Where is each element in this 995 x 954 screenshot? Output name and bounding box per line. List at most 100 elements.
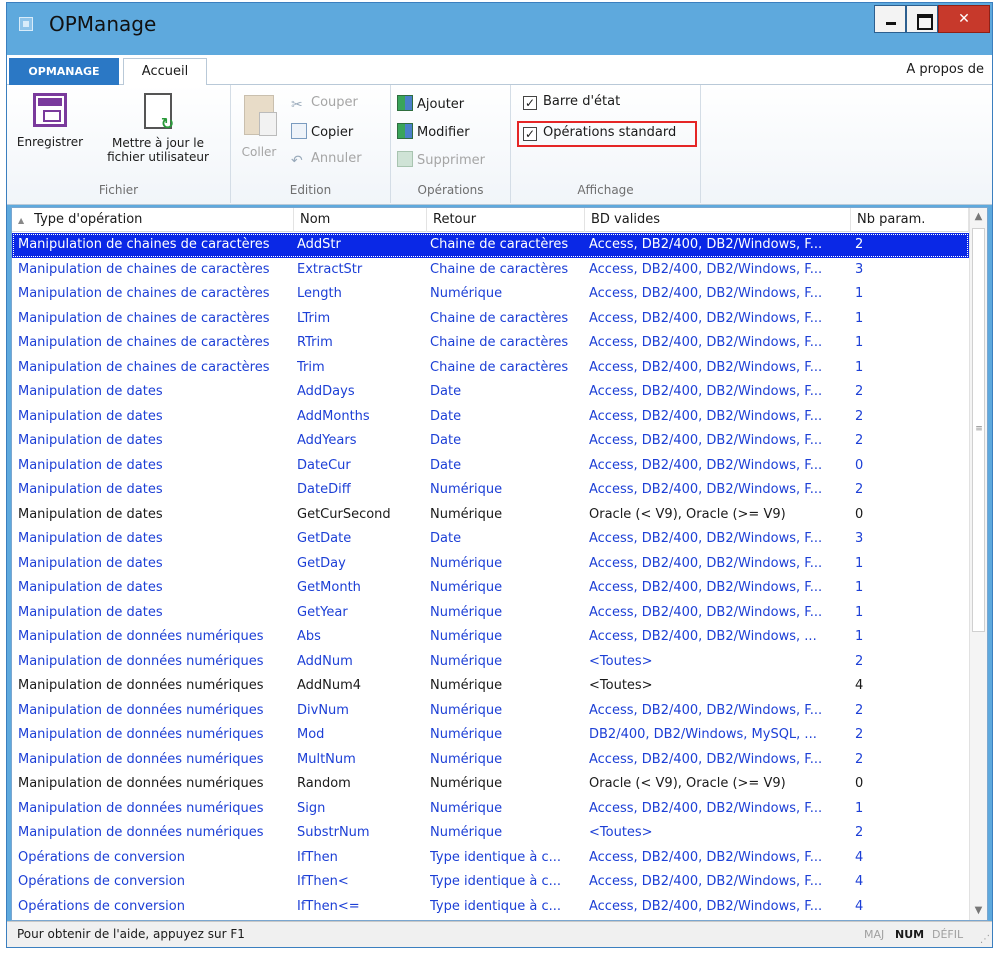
clipboard-icon: [244, 95, 277, 136]
cell-bd-valides: <Toutes>: [589, 825, 653, 840]
cell-nb-param: 4: [855, 898, 864, 914]
table-row[interactable]: Manipulation de données numériques Mod Num…: [12, 723, 969, 748]
column-header-type[interactable]: ▲ Type d'opération: [12, 208, 294, 232]
table-row[interactable]: Manipulation de dates GetCurSecond Numériq…: [12, 503, 969, 528]
cell-retour: Chaine de caractères: [430, 335, 569, 350]
cell-bd-valides: Access, DB2/400, DB2/Windows, F...: [589, 457, 823, 473]
table-row[interactable]: Opérations de conversion IfThen Type ident…: [12, 846, 969, 871]
checkmark-icon: ✓: [523, 96, 537, 110]
minimize-button[interactable]: [874, 5, 906, 33]
copy-button[interactable]: Copier: [291, 123, 353, 143]
scroll-up-icon[interactable]: ▲: [970, 208, 987, 226]
group-operations: Ajouter Modifier Supprimer Opérations: [391, 85, 511, 203]
table-row[interactable]: Manipulation de données numériques MultNu…: [12, 748, 969, 773]
cell-type: Manipulation de données numériques: [18, 678, 264, 693]
scrollbar-thumb[interactable]: ≡: [972, 228, 985, 632]
cell-retour: Numérique: [430, 580, 503, 595]
app-window: OPManage ✕ OPMANAGE Accueil A propos de …: [6, 2, 993, 948]
table-row[interactable]: Manipulation de dates GetDate Date Access, …: [12, 527, 969, 552]
table-row[interactable]: Manipulation de dates AddYears Date Access,…: [12, 429, 969, 454]
cell-bd-valides: <Toutes>: [589, 653, 653, 669]
cell-type: Opérations de conversion: [18, 898, 185, 914]
table-row[interactable]: Manipulation de dates DateDiff Numérique Ac…: [12, 478, 969, 503]
cell-nom: DateCur: [297, 457, 351, 473]
paste-button[interactable]: Coller: [239, 95, 279, 159]
cell-nb-param: 1: [855, 580, 864, 595]
undo-button[interactable]: ↶ Annuler: [291, 151, 362, 171]
table-row[interactable]: Manipulation de dates GetDay Numérique Acce…: [12, 552, 969, 577]
save-button[interactable]: Enregistrer: [15, 93, 85, 149]
cell-retour: Type identique à c...: [430, 874, 562, 889]
cell-nom: IfThen<: [297, 874, 349, 889]
column-header-bd-valides[interactable]: BD valides: [585, 208, 851, 232]
table-row[interactable]: Manipulation de chaines de caractères Tri…: [12, 356, 969, 381]
table-row[interactable]: Manipulation de chaines de caractères Len…: [12, 282, 969, 307]
status-bar-checkbox[interactable]: ✓ Barre d'état: [519, 94, 620, 116]
table-row[interactable]: Manipulation de dates GetYear Numérique Acc…: [12, 601, 969, 626]
table-row[interactable]: Manipulation de données numériques Abs Num…: [12, 625, 969, 650]
table-row[interactable]: Manipulation de dates AddDays Date Access, …: [12, 380, 969, 405]
cell-type: Manipulation de chaines de caractères: [18, 310, 270, 326]
scroll-down-icon[interactable]: ▼: [970, 902, 987, 920]
cell-type: Manipulation de dates: [18, 555, 163, 571]
table-row[interactable]: Opérations de conversion IfThen< Type iden…: [12, 870, 969, 895]
table-row[interactable]: Manipulation de chaines de caractères LTr…: [12, 307, 969, 332]
cell-nom: GetDate: [297, 531, 352, 546]
table-row[interactable]: Manipulation de dates AddMonths Date Access…: [12, 405, 969, 430]
cell-nom: GetMonth: [297, 580, 361, 595]
update-user-file-button[interactable]: Mettre à jour le fichier utilisateur: [93, 93, 223, 164]
close-button[interactable]: ✕: [938, 5, 990, 33]
cell-bd-valides: Access, DB2/400, DB2/Windows, F...: [589, 335, 823, 350]
standard-operations-label: Opérations standard: [543, 125, 677, 140]
table-row[interactable]: Manipulation de dates DateCur Date Access, …: [12, 454, 969, 479]
column-header-nb-param[interactable]: Nb param.: [851, 208, 969, 232]
cell-bd-valides: Access, DB2/400, DB2/Windows, F...: [589, 898, 823, 914]
num-indicator: NUM: [895, 928, 925, 941]
cell-nb-param: 2: [855, 408, 864, 424]
edit-grid-icon: [397, 123, 413, 139]
table-row[interactable]: Manipulation de chaines de caractères RTr…: [12, 331, 969, 356]
title-bar[interactable]: OPManage ✕: [7, 3, 992, 47]
cut-button[interactable]: ✂ Couper: [291, 95, 358, 115]
cell-retour: Date: [430, 408, 462, 424]
group-label-operations: Opérations: [417, 183, 484, 197]
cell-retour: Numérique: [430, 653, 503, 669]
vertical-scrollbar[interactable]: ▲ ≡ ▼: [969, 208, 987, 920]
cell-nom: AddNum4: [297, 678, 362, 693]
about-link[interactable]: A propos de: [906, 62, 984, 77]
table-row[interactable]: Manipulation de chaines de caractères Add…: [12, 233, 969, 258]
tab-opmanage[interactable]: OPMANAGE: [9, 58, 119, 85]
maximize-button[interactable]: [906, 5, 938, 33]
resize-grip-icon[interactable]: ⋰: [980, 935, 990, 945]
cell-bd-valides: Access, DB2/400, DB2/Windows, F...: [589, 604, 823, 620]
cell-nb-param: 2: [855, 702, 864, 718]
table-row[interactable]: Manipulation de chaines de caractères Ext…: [12, 258, 969, 283]
table-row[interactable]: Manipulation de dates GetMonth Numérique Ac…: [12, 576, 969, 601]
table-row[interactable]: Manipulation de données numériques Random…: [12, 772, 969, 797]
add-operation-button[interactable]: Ajouter: [397, 95, 464, 115]
cell-nom: MultNum: [297, 751, 356, 767]
table-row[interactable]: Manipulation de données numériques AddNum…: [12, 674, 969, 699]
cell-nb-param: 2: [855, 751, 864, 767]
cell-type: Manipulation de chaines de caractères: [18, 335, 270, 350]
cell-type: Manipulation de dates: [18, 482, 163, 497]
cell-retour: Numérique: [430, 800, 503, 816]
column-header-retour[interactable]: Retour: [427, 208, 585, 232]
cell-nb-param: 1: [855, 629, 864, 644]
column-header-nom[interactable]: Nom: [294, 208, 427, 232]
table-row[interactable]: Opérations de conversion IfThen<= Type ide…: [12, 895, 969, 920]
cell-retour: Numérique: [430, 702, 503, 718]
cell-bd-valides: DB2/400, DB2/Windows, MySQL, ...: [589, 727, 817, 742]
cell-retour: Numérique: [430, 629, 503, 644]
table-row[interactable]: Manipulation de données numériques AddNum…: [12, 650, 969, 675]
table-row[interactable]: Manipulation de données numériques Sign Nu…: [12, 797, 969, 822]
table-row[interactable]: Manipulation de données numériques Substr…: [12, 821, 969, 846]
app-icon: [19, 17, 33, 31]
standard-operations-checkbox[interactable]: ✓ Opérations standard: [517, 121, 697, 147]
tab-accueil[interactable]: Accueil: [123, 58, 207, 86]
modify-operation-button[interactable]: Modifier: [397, 123, 470, 143]
cell-bd-valides: Access, DB2/400, DB2/Windows, F...: [589, 310, 823, 326]
delete-operation-button[interactable]: Supprimer: [397, 151, 485, 171]
table-row[interactable]: Manipulation de données numériques DivNum…: [12, 699, 969, 724]
cell-retour: Chaine de caractères: [430, 237, 569, 252]
